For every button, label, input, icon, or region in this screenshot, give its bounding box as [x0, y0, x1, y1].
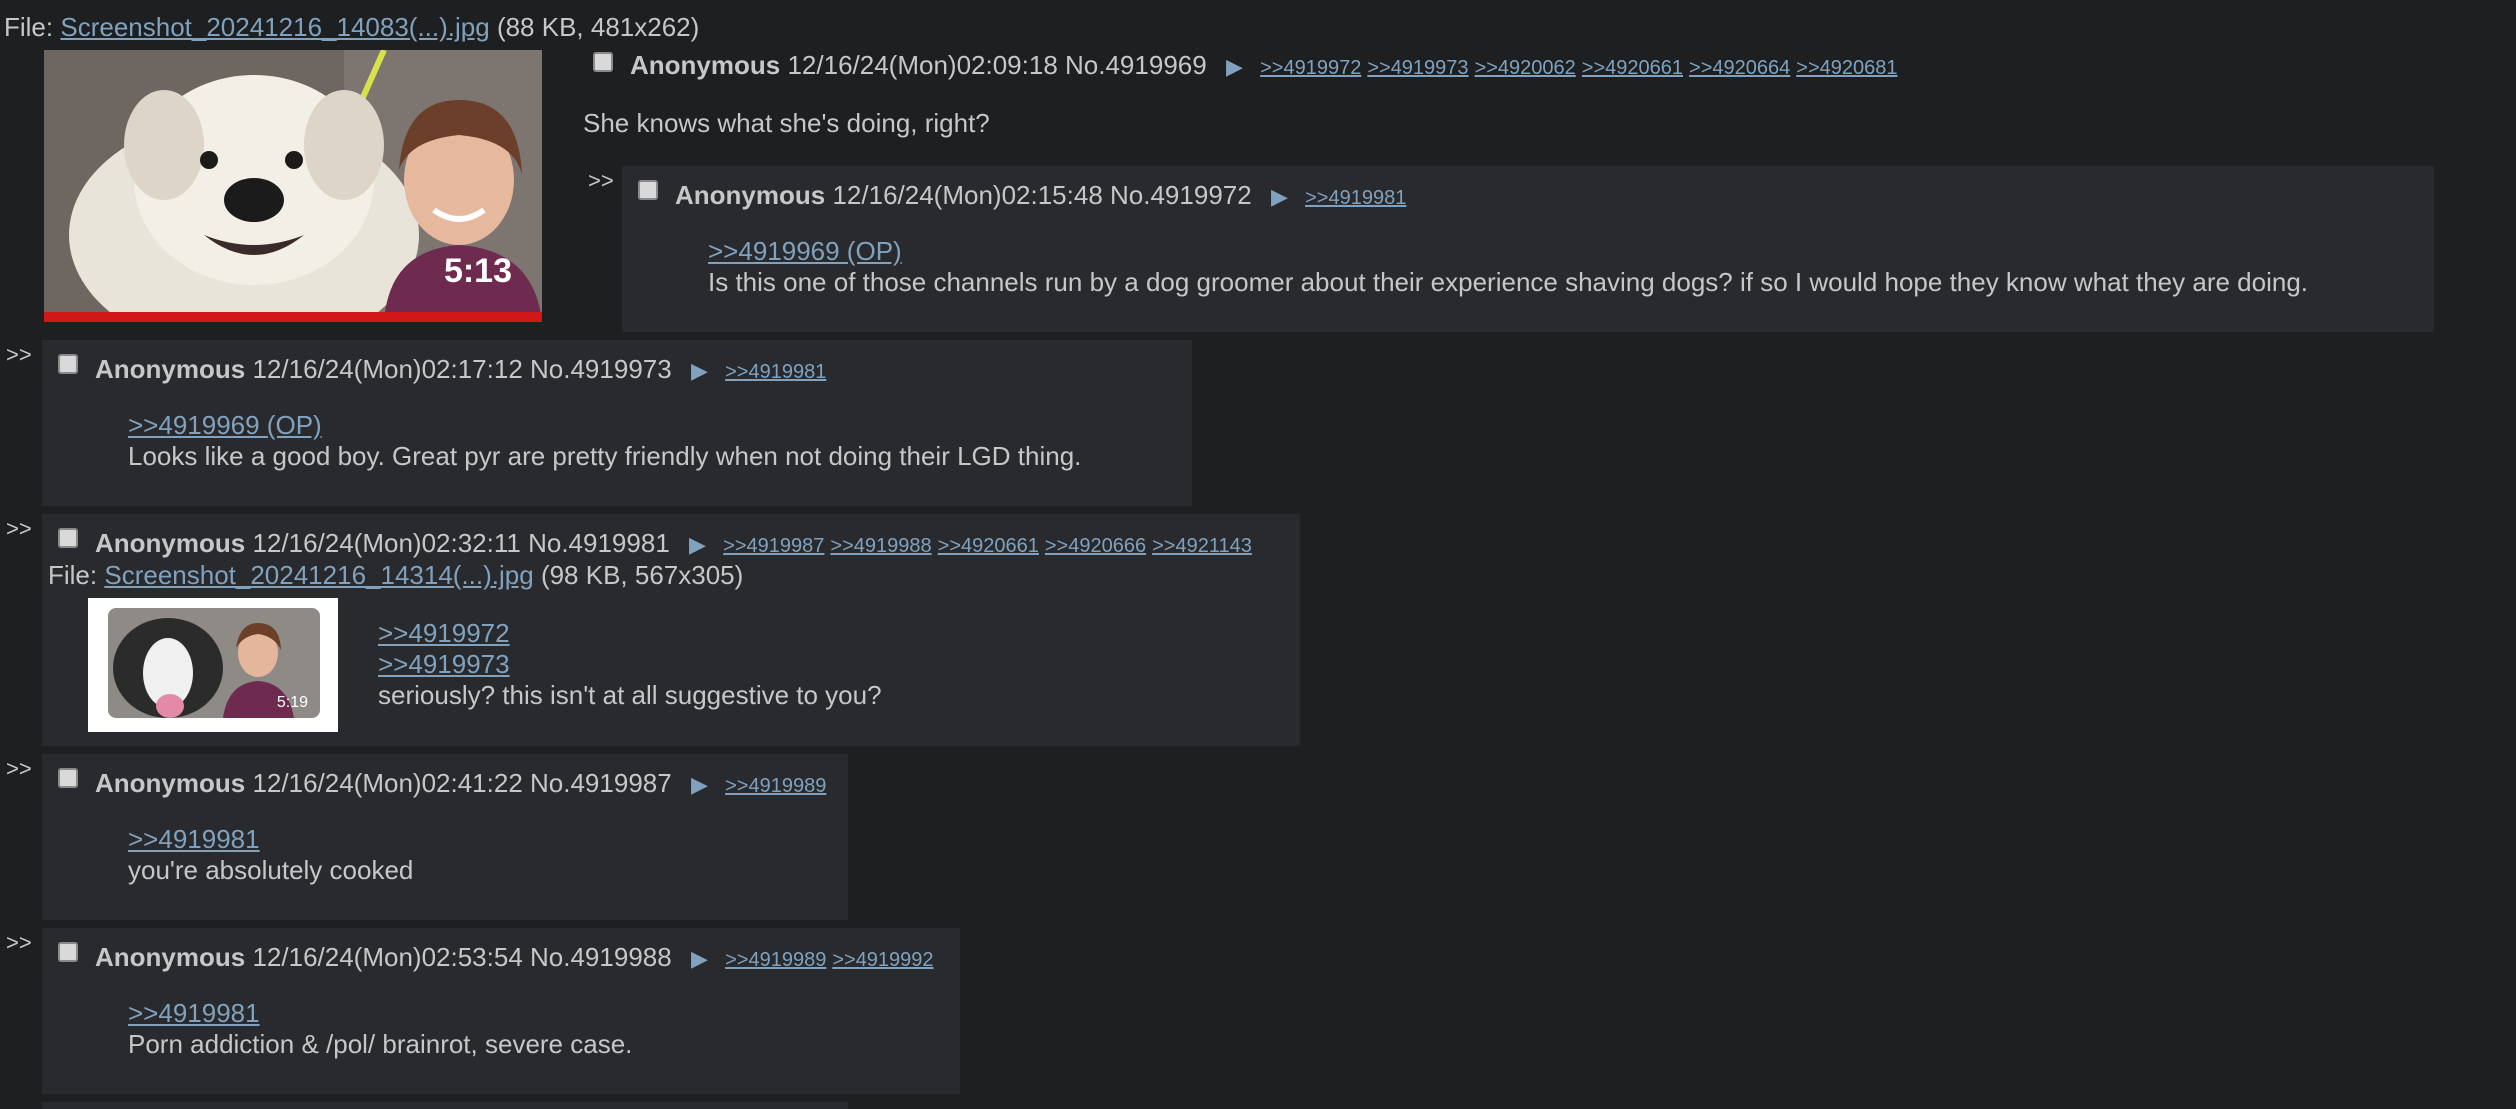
reply-thumbnail-duration: 5:19: [276, 693, 308, 711]
reply-menu-arrow-icon[interactable]: ▶: [691, 946, 708, 972]
reply-file-meta: (98 KB, 567x305): [540, 560, 744, 590]
reply-poster-name: Anonymous: [95, 528, 246, 558]
reply-backlink[interactable]: >>4919992: [832, 949, 933, 971]
reply-post-info: Anonymous 12/16/24(Mon)02:15:48 No.49199…: [675, 180, 1412, 211]
reply-datetime: 12/16/24(Mon)02:41:22: [252, 768, 523, 798]
reply-file-prefix: File:: [48, 560, 98, 590]
op-backlink[interactable]: >>4919972: [1260, 57, 1361, 79]
reply-datetime: 12/16/24(Mon)02:32:11: [252, 528, 521, 558]
reply-backlink[interactable]: >>4919988: [830, 535, 931, 557]
reply-post-info: Anonymous 12/16/24(Mon)02:53:54 No.49199…: [95, 942, 940, 973]
op-backlink[interactable]: >>4920661: [1582, 57, 1683, 79]
op-poster-name: Anonymous: [630, 50, 781, 80]
op-post-number[interactable]: No.4919969: [1065, 50, 1207, 80]
reply-quote-link[interactable]: >>4919969 (OP): [128, 410, 1081, 441]
reply-arrows: >>: [6, 756, 32, 781]
reply-post: Anonymous 12/16/24(Mon)02:32:11 No.49199…: [42, 514, 1300, 746]
reply-backlink[interactable]: >>4919981: [725, 361, 826, 383]
reply-datetime: 12/16/24(Mon)02:53:54: [252, 942, 523, 972]
op-thumbnail-duration: 5:13: [443, 252, 512, 291]
reply-arrows: >>: [588, 168, 614, 193]
reply-message: >>4919969 (OP) Looks like a good boy. Gr…: [128, 410, 1081, 472]
reply-message: >>4919981 you're absolutely cooked: [128, 824, 413, 886]
op-datetime: 12/16/24(Mon)02:09:18: [787, 50, 1058, 80]
reply-backlinks: >>4919989 >>4919992: [725, 942, 939, 972]
reply-message: >>4919972 >>4919973 seriously? this isn'…: [378, 618, 882, 712]
reply-post-number[interactable]: No.4919981: [528, 528, 670, 558]
reply-quote-link[interactable]: >>4919969 (OP): [708, 236, 2308, 267]
reply-message-text: Porn addiction & /pol/ brainrot, severe …: [128, 1029, 633, 1060]
reply-select-checkbox[interactable]: [58, 942, 78, 962]
op-backlink[interactable]: >>4920681: [1796, 57, 1897, 79]
reply-poster-name: Anonymous: [95, 768, 246, 798]
reply-file-link[interactable]: Screenshot_20241216_14314(...).jpg: [104, 560, 533, 590]
reply-datetime: 12/16/24(Mon)02:15:48: [832, 180, 1103, 210]
reply-quote-link[interactable]: >>4919981: [128, 998, 632, 1029]
reply-message-text: you're absolutely cooked: [128, 855, 414, 886]
op-backlink[interactable]: >>4920062: [1475, 57, 1576, 79]
reply-backlinks: >>4919981: [1305, 180, 1412, 210]
reply-menu-arrow-icon[interactable]: ▶: [691, 358, 708, 384]
reply-backlinks: >>4919989: [725, 768, 832, 798]
reply-poster-name: Anonymous: [95, 354, 246, 384]
reply-post-info: Anonymous 12/16/24(Mon)02:32:11 No.49199…: [95, 528, 1258, 559]
reply-quote-link[interactable]: >>4919972: [378, 618, 882, 649]
reply-quote-link[interactable]: >>4919981: [128, 824, 413, 855]
reply-backlink[interactable]: >>4919981: [1305, 187, 1406, 209]
reply-menu-arrow-icon[interactable]: ▶: [689, 532, 706, 558]
reply-arrows: >>: [6, 930, 32, 955]
reply-backlink[interactable]: >>4919987: [723, 535, 824, 557]
reply-backlinks: >>4919981: [725, 354, 832, 384]
reply-post-info: Anonymous 12/16/24(Mon)02:17:12 No.49199…: [95, 354, 832, 385]
reply-post-partial: [42, 1102, 848, 1109]
op-file-link[interactable]: Screenshot_20241216_14083(...).jpg: [60, 12, 489, 42]
reply-datetime: 12/16/24(Mon)02:17:12: [252, 354, 523, 384]
reply-select-checkbox[interactable]: [638, 180, 658, 200]
reply-quote-link[interactable]: >>4919973: [378, 649, 882, 680]
reply-backlink[interactable]: >>4920666: [1045, 535, 1146, 557]
op-thumbnail[interactable]: 5:13: [44, 50, 542, 322]
reply-post: Anonymous 12/16/24(Mon)02:15:48 No.49199…: [622, 166, 2434, 332]
reply-poster-name: Anonymous: [675, 180, 826, 210]
op-menu-arrow-icon[interactable]: ▶: [1226, 54, 1243, 80]
reply-select-checkbox[interactable]: [58, 528, 78, 548]
op-file-info: File: Screenshot_20241216_14083(...).jpg…: [4, 12, 699, 43]
reply-post-number[interactable]: No.4919972: [1110, 180, 1252, 210]
op-file-meta: (88 KB, 481x262): [496, 12, 700, 42]
reply-post-number[interactable]: No.4919973: [530, 354, 672, 384]
reply-arrows: >>: [6, 342, 32, 367]
reply-backlink[interactable]: >>4920661: [938, 535, 1039, 557]
reply-message-text: Is this one of those channels run by a d…: [708, 267, 2309, 298]
reply-file-info: File: Screenshot_20241216_14314(...).jpg…: [48, 560, 743, 591]
op-select-checkbox[interactable]: [593, 52, 613, 72]
reply-post: Anonymous 12/16/24(Mon)02:17:12 No.49199…: [42, 340, 1192, 506]
reply-post-number[interactable]: No.4919988: [530, 942, 672, 972]
reply-message: >>4919981 Porn addiction & /pol/ brainro…: [128, 998, 632, 1060]
op-post-info: Anonymous 12/16/24(Mon)02:09:18 No.49199…: [630, 50, 1904, 81]
reply-select-checkbox[interactable]: [58, 354, 78, 374]
op-backlinks: >>4919972 >>4919973 >>4920062 >>4920661 >>49…: [1260, 50, 1903, 80]
reply-backlinks: >>4919987 >>4919988 >>4920661 >>4920666 >>49…: [723, 528, 1258, 558]
op-file-prefix: File:: [4, 12, 54, 42]
op-backlink[interactable]: >>4920664: [1689, 57, 1790, 79]
reply-post-info: Anonymous 12/16/24(Mon)02:41:22 No.49199…: [95, 768, 832, 799]
op-backlink[interactable]: >>4919973: [1367, 57, 1468, 79]
reply-poster-name: Anonymous: [95, 942, 246, 972]
reply-menu-arrow-icon[interactable]: ▶: [1271, 184, 1288, 210]
reply-backlink[interactable]: >>4919989: [725, 949, 826, 971]
reply-post: Anonymous 12/16/24(Mon)02:53:54 No.49199…: [42, 928, 960, 1094]
reply-backlink[interactable]: >>4921143: [1152, 535, 1252, 557]
reply-message: >>4919969 (OP) Is this one of those chan…: [708, 236, 2308, 298]
reply-message-text: Looks like a good boy. Great pyr are pre…: [128, 441, 1082, 472]
reply-message-text: seriously? this isn't at all suggestive …: [378, 680, 882, 711]
reply-backlink[interactable]: >>4919989: [725, 775, 826, 797]
reply-menu-arrow-icon[interactable]: ▶: [691, 772, 708, 798]
reply-arrows: >>: [6, 516, 32, 541]
reply-thumbnail[interactable]: 5:19: [88, 598, 338, 732]
reply-post: Anonymous 12/16/24(Mon)02:41:22 No.49199…: [42, 754, 848, 920]
reply-post-number[interactable]: No.4919987: [530, 768, 672, 798]
op-message: She knows what she's doing, right?: [583, 108, 990, 138]
reply-select-checkbox[interactable]: [58, 768, 78, 788]
